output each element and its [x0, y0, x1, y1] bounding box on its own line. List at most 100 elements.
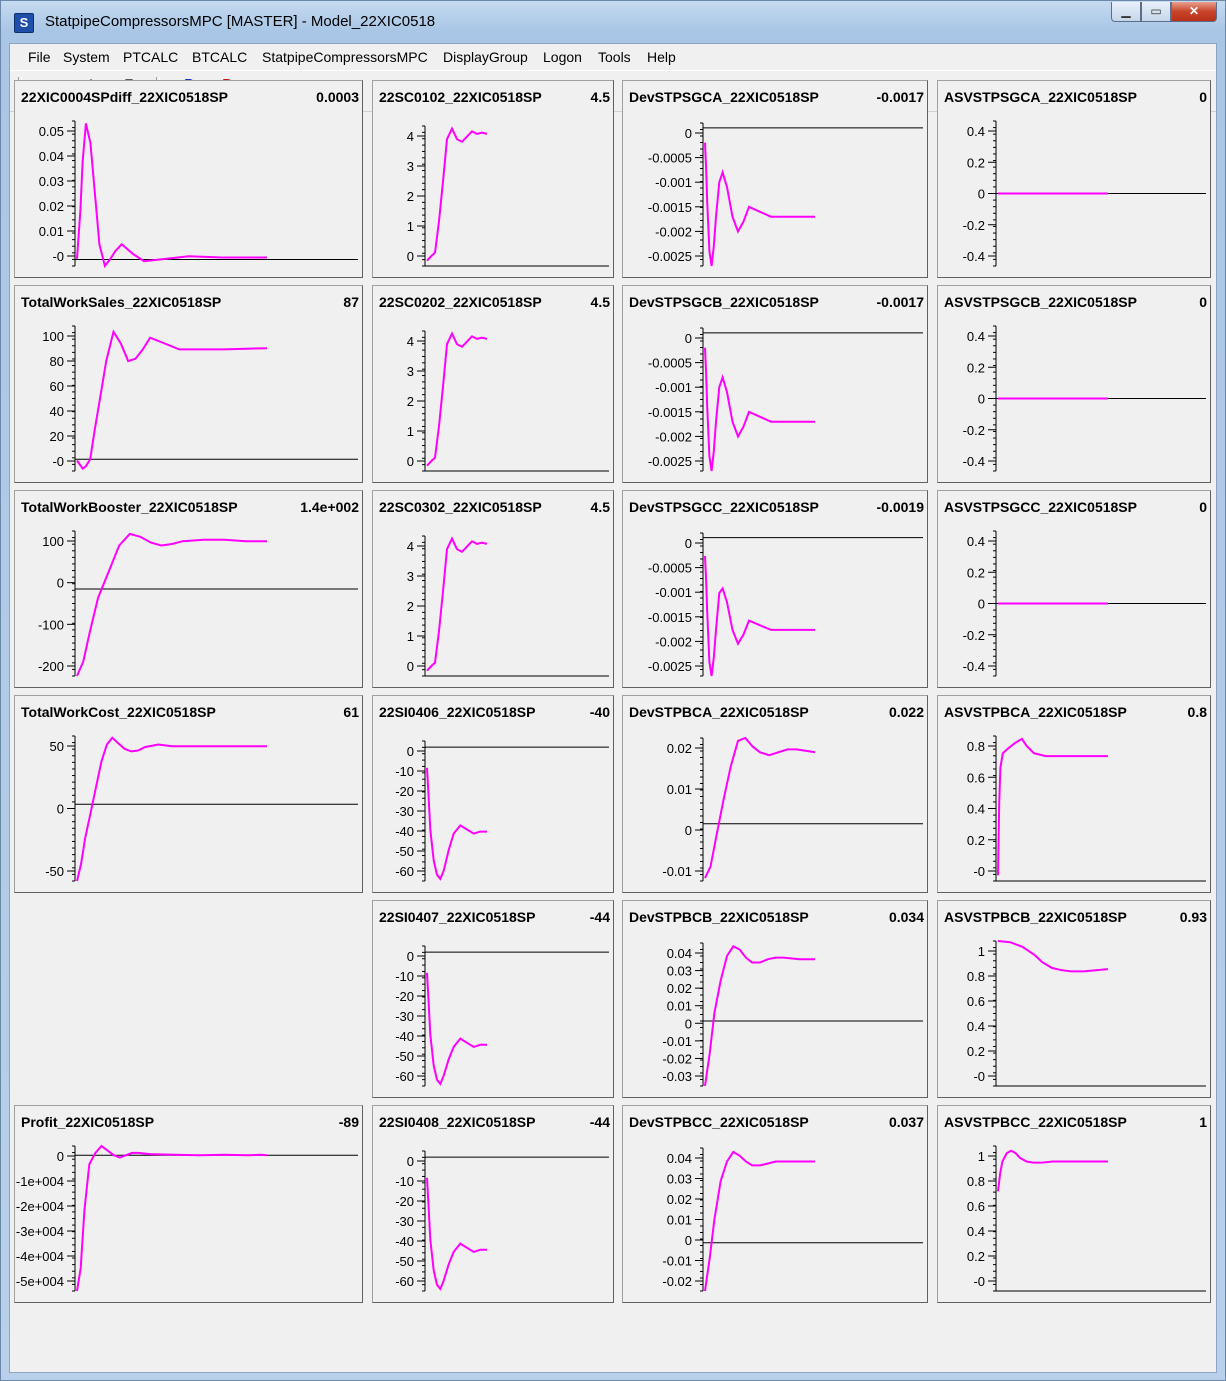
trend-chart: 0 -1e+004 -2e+004 -3e+004 -4e+004 -5e+004 — [16, 1144, 358, 1292]
trend-panel[interactable]: DevSTPSGCC_22XIC0518SP -0.0019 0 -0.0005 -0.… — [622, 490, 928, 688]
tick-label: 1 — [407, 424, 414, 439]
trend-chart: 0 -10 -20 -30 -40 -50 -60 — [395, 740, 609, 882]
tick-label: -30 — [395, 1214, 414, 1229]
tick-label: -0 — [52, 454, 64, 469]
trend-line — [704, 347, 815, 472]
trend-line — [426, 972, 487, 1086]
trend-line — [426, 126, 488, 262]
trend-panel[interactable]: ASVSTPBCB_22XIC0518SP 0.93 1 0.8 0.6 0.4 0.2 -0 — [937, 900, 1211, 1098]
tick-label: 2 — [407, 394, 414, 409]
tick-label: 100 — [42, 534, 64, 549]
menu-tools[interactable]: Tools — [598, 49, 631, 65]
tick-label: -0.4 — [963, 659, 985, 674]
tick-label: 0 — [978, 597, 985, 612]
maximize-icon[interactable]: ▭ — [1141, 2, 1171, 22]
trend-panel[interactable]: ASVSTPBCC_22XIC0518SP 1 1 0.8 0.6 0.4 0.2 -0 — [937, 1105, 1211, 1303]
trend-panel[interactable]: TotalWorkCost_22XIC0518SP 61 50 0 -50 — [14, 695, 363, 893]
tick-label: -50 — [395, 1254, 414, 1269]
trend-panel[interactable]: 22SC0302_22XIC0518SP 4.5 4 3 2 1 0 — [372, 490, 614, 688]
trend-panel[interactable]: ASVSTPBCA_22XIC0518SP 0.8 0.8 0.6 0.4 0.2 -0 — [937, 695, 1211, 893]
trend-panel[interactable]: 22XIC0004SPdiff_22XIC0518SP 0.0003 0.05 0.0… — [14, 80, 363, 278]
tick-label: -10 — [395, 1174, 414, 1189]
tick-label: -60 — [395, 1069, 414, 1084]
trend-panel[interactable]: DevSTPBCC_22XIC0518SP 0.037 0.04 0.03 0.02 0.… — [622, 1105, 928, 1303]
tick-label: 0.01 — [39, 224, 64, 239]
tick-label: 0.4 — [967, 329, 985, 344]
trend-panel[interactable]: ASVSTPSGCA_22XIC0518SP 0 0.4 0.2 0 -0.2 -0.4 — [937, 80, 1211, 278]
tick-label: 0.8 — [967, 1174, 985, 1189]
tick-label: -50 — [395, 1049, 414, 1064]
tick-label: 0.01 — [667, 1213, 692, 1228]
trend-chart: 0.8 0.6 0.4 0.2 -0 — [967, 735, 1206, 882]
tick-label: 0.2 — [967, 833, 985, 848]
trend-line — [76, 1144, 268, 1292]
app-window: S StatpipeCompressorsMPC [MASTER] - Mode… — [0, 0, 1226, 1381]
trend-panel[interactable]: ASVSTPSGCB_22XIC0518SP 0 0.4 0.2 0 -0.2 -0.4 — [937, 285, 1211, 483]
trend-chart: 0.04 0.03 0.02 0.01 0 -0.01 -0.02 -0.03 — [662, 942, 923, 1087]
trend-panel[interactable]: DevSTPSGCB_22XIC0518SP -0.0017 0 -0.0005 -0.… — [622, 285, 928, 483]
close-icon[interactable]: ✕ — [1171, 2, 1217, 22]
tick-label: 0.4 — [967, 124, 985, 139]
trend-panel[interactable]: 22SI0406_22XIC0518SP -40 0 -10 -20 -30 -40 -50-… — [372, 695, 614, 893]
trend-panel[interactable]: DevSTPSGCA_22XIC0518SP -0.0017 0 -0.0005 -0.… — [622, 80, 928, 278]
menu-btcalc[interactable]: BTCALC — [192, 49, 247, 65]
tick-label: 0.02 — [39, 199, 64, 214]
tick-label: 4 — [407, 334, 414, 349]
trend-panel[interactable]: DevSTPBCB_22XIC0518SP 0.034 0.04 0.03 0.02 0.… — [622, 900, 928, 1098]
trend-panel[interactable]: 22SC0102_22XIC0518SP 4.5 4 3 2 1 0 — [372, 80, 614, 278]
trend-line — [426, 1177, 487, 1291]
menu-system[interactable]: System — [63, 49, 110, 65]
tick-label: 1 — [978, 944, 985, 959]
menu-help[interactable]: Help — [647, 49, 676, 65]
tick-label: 1 — [978, 1149, 985, 1164]
tick-label: -0.002 — [655, 429, 692, 444]
tick-label: 1 — [407, 219, 414, 234]
tick-label: 0.8 — [967, 739, 985, 754]
trend-panel[interactable]: 22SI0407_22XIC0518SP -44 0 -10 -20 -30 -40 -50-… — [372, 900, 614, 1098]
tick-label: -50 — [45, 864, 64, 879]
tick-label: 0 — [407, 949, 414, 964]
menu-statpipecompressorsmpc[interactable]: StatpipeCompressorsMPC — [262, 49, 428, 65]
trend-line — [704, 945, 815, 1087]
trend-chart: 1 0.8 0.6 0.4 0.2 -0 — [967, 940, 1206, 1087]
menu-displaygroup[interactable]: DisplayGroup — [443, 49, 528, 65]
trend-chart: 0 -0.0005 -0.001 -0.0015 -0.002 -0.0025 — [648, 532, 923, 677]
trend-line — [426, 767, 487, 881]
trend-chart: 4 3 2 1 0 — [407, 330, 609, 472]
trend-panel[interactable]: TotalWorkSales_22XIC0518SP 87 100 80 60 40 20-… — [14, 285, 363, 483]
tick-label: 0 — [57, 802, 64, 817]
trend-panel[interactable]: DevSTPBCA_22XIC0518SP 0.022 0.02 0.01 0 -0.01 — [622, 695, 928, 893]
tick-label: -0.002 — [655, 224, 692, 239]
tick-label: 0.4 — [967, 1019, 985, 1034]
tick-label: 0 — [685, 331, 692, 346]
trend-chart: 0.04 0.03 0.02 0.01 0 -0.01 -0.02 — [662, 1147, 923, 1292]
trend-line — [426, 536, 488, 672]
tick-label: -0.02 — [662, 1051, 692, 1066]
minimize-icon[interactable]: ▁ — [1111, 2, 1141, 22]
tick-label: -0.2 — [963, 628, 985, 643]
title-bar[interactable]: S StatpipeCompressorsMPC [MASTER] - Mode… — [1, 1, 1225, 43]
trend-panel[interactable]: ASVSTPSGCC_22XIC0518SP 0 0.4 0.2 0 -0.2 -0.4 — [937, 490, 1211, 688]
tick-label: -0 — [52, 249, 64, 264]
tick-label: 0.04 — [39, 149, 64, 164]
trend-chart: 0 -0.0005 -0.001 -0.0015 -0.002 -0.0025 — [648, 327, 923, 472]
tick-label: -0.02 — [662, 1274, 692, 1289]
tick-label: 20 — [50, 429, 64, 444]
menu-logon[interactable]: Logon — [543, 49, 582, 65]
tick-label: -20 — [395, 989, 414, 1004]
tick-label: 0 — [57, 576, 64, 591]
trend-line — [997, 737, 1108, 876]
tick-label: -0.0015 — [648, 610, 692, 625]
trend-panel[interactable]: 22SI0408_22XIC0518SP -44 0 -10 -20 -30 -40 -50-… — [372, 1105, 614, 1303]
tick-label: -0.0025 — [648, 659, 692, 674]
menu-file[interactable]: File — [28, 49, 51, 65]
tick-label: 0.04 — [667, 1151, 692, 1166]
trend-panel[interactable]: 22SC0202_22XIC0518SP 4.5 4 3 2 1 0 — [372, 285, 614, 483]
trend-line — [704, 736, 816, 879]
trend-panel[interactable]: Profit_22XIC0518SP -89 0 -1e+004 -2e+004 -3e+… — [14, 1105, 363, 1303]
menu-ptcalc[interactable]: PTCALC — [123, 49, 178, 65]
trend-chart: 100 80 60 40 20 -0 — [42, 325, 358, 472]
trend-panel[interactable]: TotalWorkBooster_22XIC0518SP 1.4e+002 100 0… — [14, 490, 363, 688]
trend-line — [426, 331, 488, 467]
trend-chart: 50 0 -50 — [45, 735, 358, 882]
